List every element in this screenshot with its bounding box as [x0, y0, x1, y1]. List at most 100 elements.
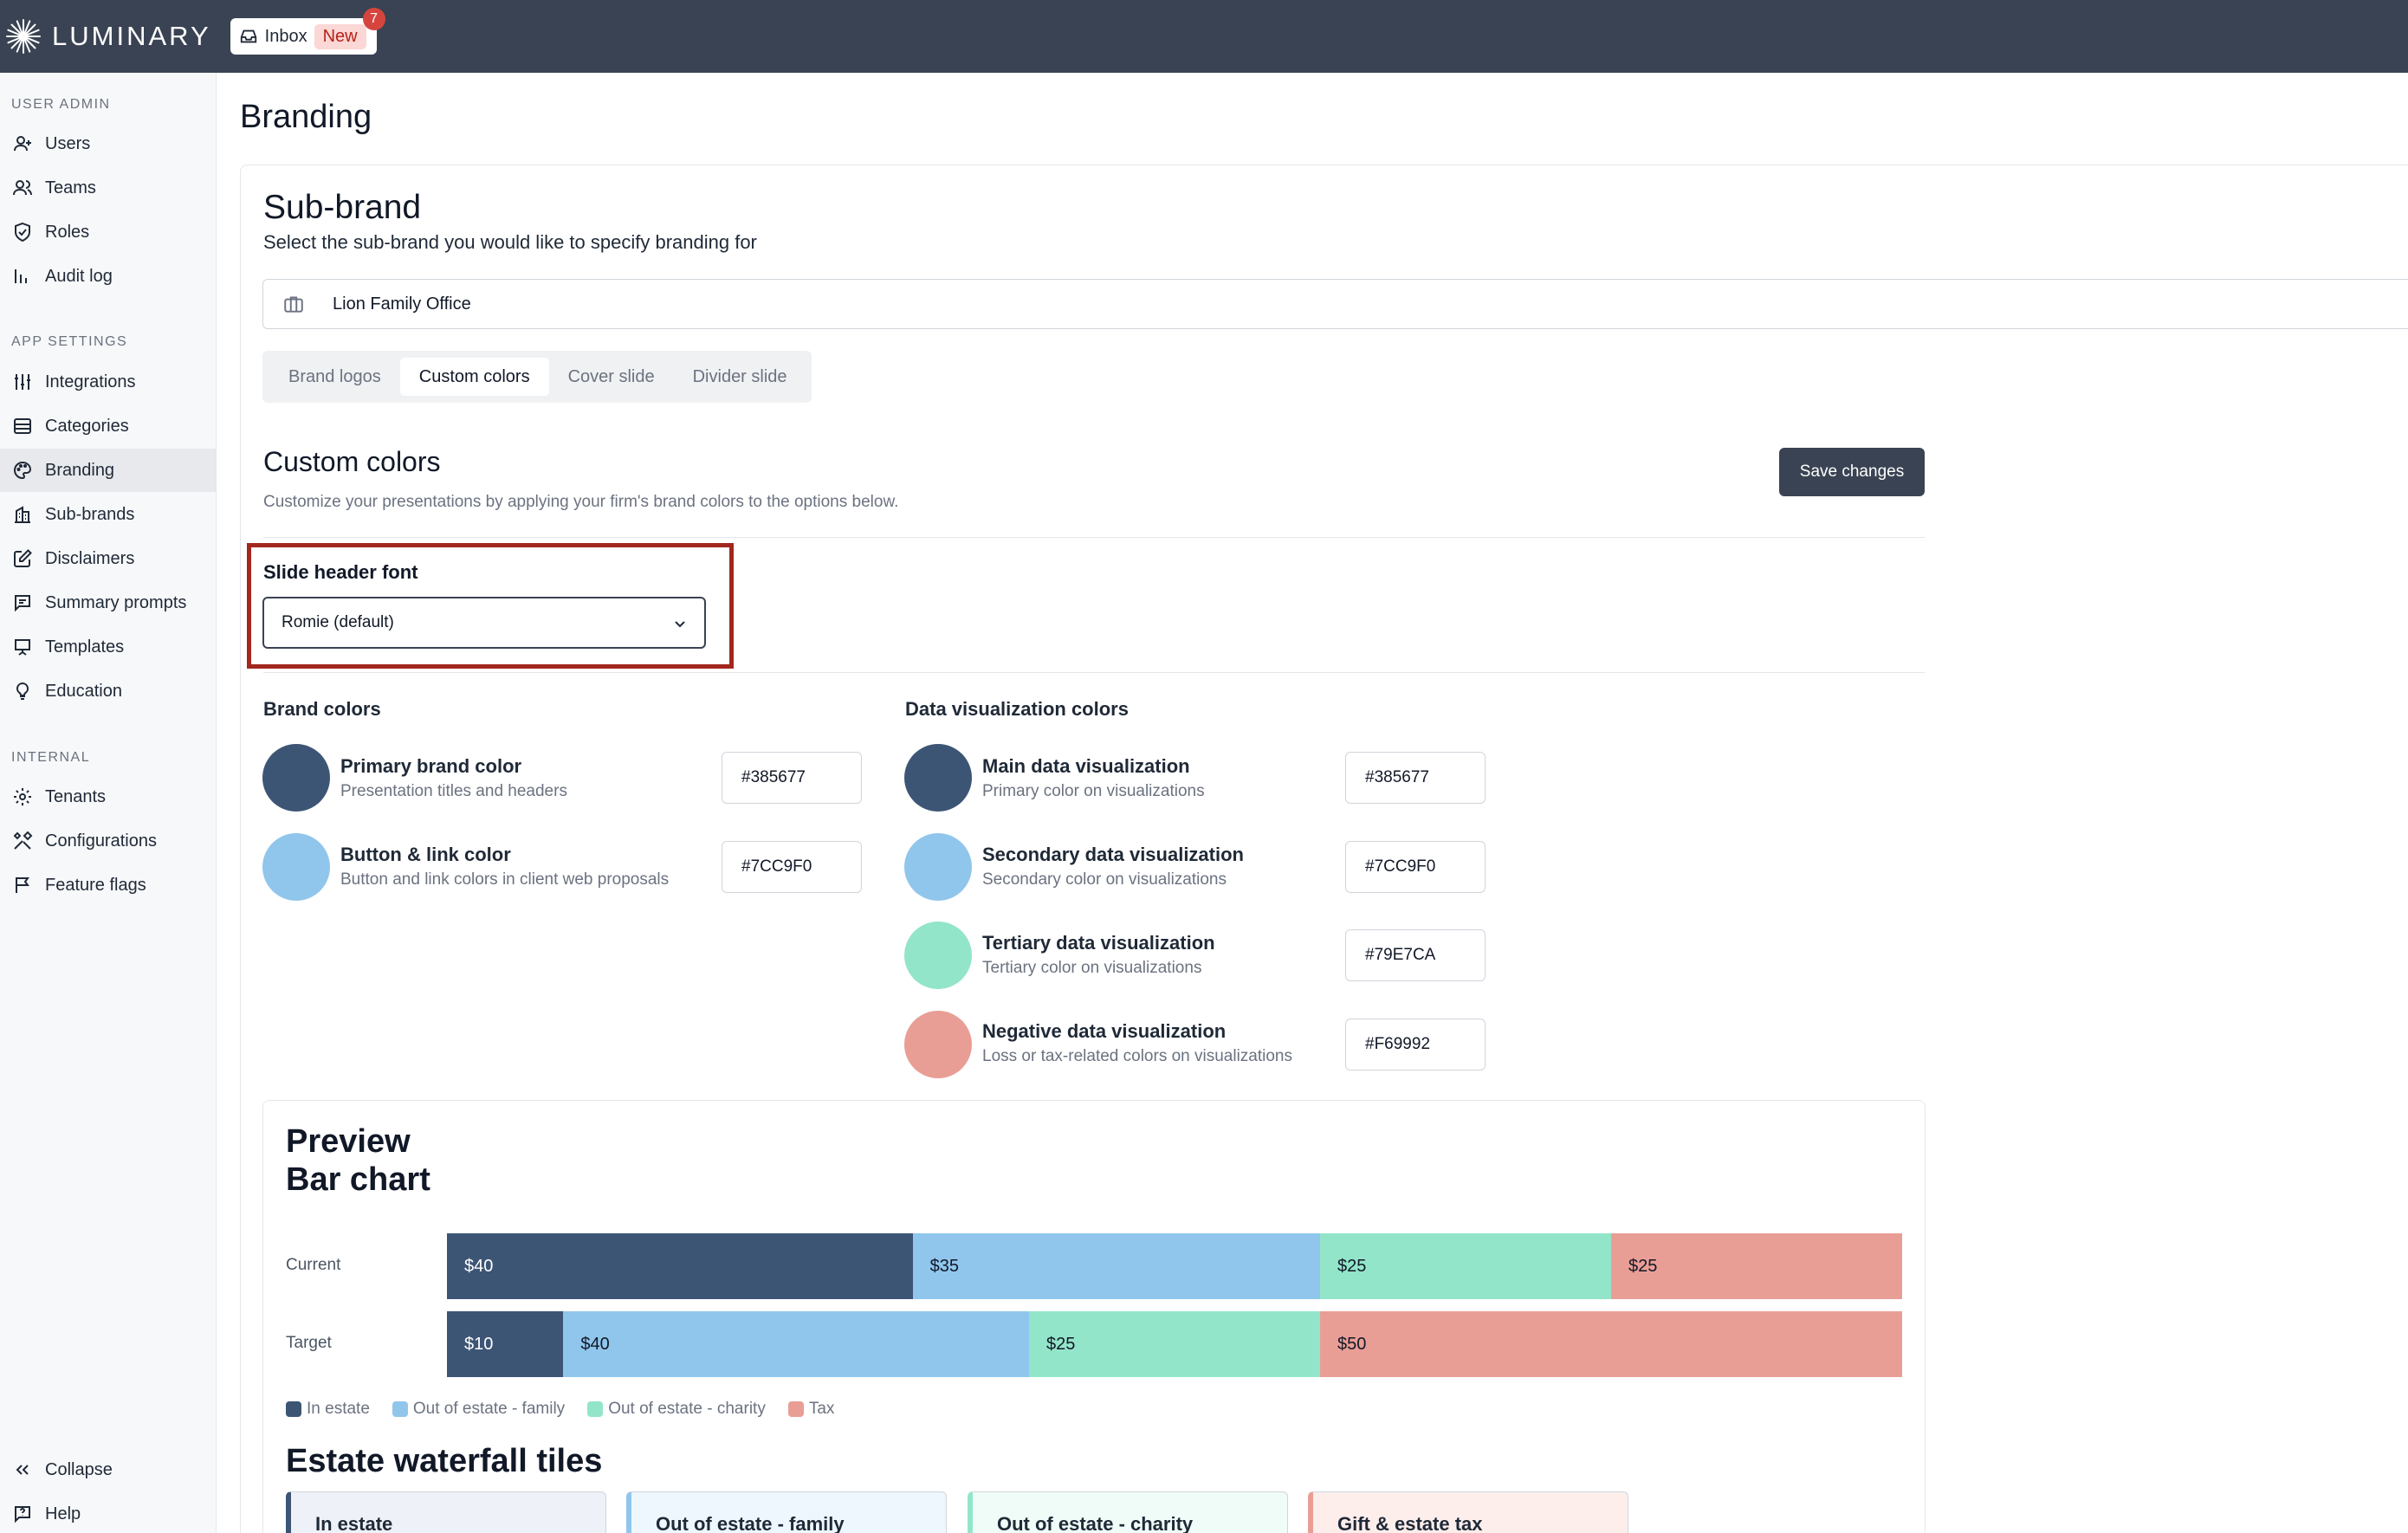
sidebar-item-label: Integrations: [45, 372, 136, 391]
tab-custom-colors[interactable]: Custom colors: [399, 358, 549, 396]
color-description: Tertiary color on visualizations: [982, 959, 1202, 977]
sidebar-item-label: Templates: [45, 637, 125, 657]
inbox-label: Inbox: [264, 26, 307, 46]
color-description: Secondary color on visualizations: [982, 870, 1227, 889]
sidebar-item-roles[interactable]: Roles: [0, 210, 216, 254]
waterfall-title: Estate waterfall tiles: [286, 1443, 603, 1479]
chart-row-label: Target: [286, 1334, 332, 1352]
sidebar-item-label: Users: [45, 133, 91, 153]
sidebar-item-label: Summary prompts: [45, 592, 187, 612]
sidebar-item-label: Configurations: [45, 831, 157, 851]
preview-subtitle-line: Bar chart: [286, 1161, 430, 1198]
sidebar-help[interactable]: Help: [0, 1492, 216, 1533]
help-icon: [15, 1506, 30, 1523]
preview-title-line: Preview: [286, 1123, 411, 1160]
hex-input[interactable]: #F69992: [1345, 1019, 1486, 1071]
color-swatch[interactable]: [262, 833, 330, 901]
dataviz-colors-title: Data visualization colors: [905, 698, 1129, 720]
sidebar-item-label: Sub-brands: [45, 504, 135, 524]
notification-count-badge: 7: [362, 8, 385, 30]
tab-brand-logos[interactable]: Brand logos: [269, 358, 400, 396]
sidebar-item-branding[interactable]: Branding: [0, 449, 216, 492]
color-swatch[interactable]: [262, 744, 330, 812]
legend-swatch: [286, 1401, 301, 1417]
inbox-button[interactable]: Inbox New 7: [230, 8, 385, 55]
bar-segment: $40: [563, 1311, 1029, 1377]
sidebar-item-summary-prompts[interactable]: Summary prompts: [0, 581, 216, 624]
inbox-icon: [240, 29, 256, 43]
color-description: Loss or tax-related colors on visualizat…: [982, 1047, 1293, 1065]
legend-item: Out of estate - family: [392, 1400, 565, 1419]
color-swatch[interactable]: [904, 1011, 972, 1078]
top-bar: LUMINARY Inbox New 7: [0, 0, 2408, 73]
sidebar-item-label: Education: [45, 681, 122, 701]
sidebar-item-configurations[interactable]: Configurations: [0, 819, 216, 863]
legend-label: In estate: [307, 1400, 370, 1418]
briefcase-icon: [284, 296, 303, 313]
color-swatch[interactable]: [904, 833, 972, 901]
bar-segment: $25: [1029, 1311, 1320, 1377]
tab-divider-slide[interactable]: Divider slide: [674, 358, 806, 396]
section-label-user-admin: USER ADMIN: [11, 97, 111, 112]
layers-icon: [14, 418, 31, 434]
sidebar-item-categories[interactable]: Categories: [0, 404, 216, 448]
color-description: Presentation titles and headers: [340, 782, 567, 800]
divider: [263, 537, 1925, 538]
gear-icon: [14, 788, 31, 805]
lightbulb-icon: [16, 682, 29, 700]
sidebar-item-tenants[interactable]: Tenants: [0, 775, 216, 818]
sidebar-item-label: Tenants: [45, 786, 107, 806]
slide-header-font-select[interactable]: Romie (default): [262, 597, 706, 649]
bar-segment: $10: [447, 1311, 564, 1377]
legend-item: Out of estate - charity: [587, 1400, 766, 1419]
sidebar-collapse[interactable]: Collapse: [0, 1448, 216, 1491]
color-name: Secondary data visualization: [982, 844, 1244, 865]
tools-icon: [13, 831, 33, 850]
sliders-icon: [15, 374, 30, 390]
presentation-icon: [15, 639, 30, 656]
hex-input[interactable]: #7CC9F0: [722, 841, 862, 893]
save-changes-button[interactable]: Save changes: [1779, 448, 1925, 496]
sidebar-item-disclaimers[interactable]: Disclaimers: [0, 537, 216, 580]
chart-row-label: Current: [286, 1256, 341, 1274]
page-title: Branding: [240, 99, 372, 135]
legend-swatch: [587, 1401, 604, 1417]
sidebar-item-teams[interactable]: Teams: [0, 166, 216, 210]
sidebar-item-label: Roles: [45, 222, 90, 242]
hex-input[interactable]: #385677: [722, 752, 862, 804]
bar-segment: $35: [912, 1233, 1320, 1299]
sub-brand-select[interactable]: Lion Family Office: [262, 279, 2408, 329]
waterfall-tile: In estate: [286, 1491, 606, 1533]
users-icon: [13, 180, 32, 196]
legend-swatch: [392, 1401, 408, 1417]
color-swatch[interactable]: [904, 922, 972, 989]
hex-input[interactable]: #385677: [1345, 752, 1486, 804]
sidebar-item-label: Help: [45, 1504, 81, 1523]
hex-input[interactable]: #7CC9F0: [1345, 841, 1486, 893]
bar-chart-icon: [15, 269, 27, 283]
legend-label: Tax: [808, 1400, 835, 1418]
tab-cover-slide[interactable]: Cover slide: [549, 358, 674, 396]
hex-input[interactable]: #79E7CA: [1345, 929, 1486, 981]
legend-label: Out of estate - charity: [608, 1400, 766, 1418]
sidebar-item-templates[interactable]: Templates: [0, 625, 216, 669]
sidebar-item-sub-brands[interactable]: Sub-brands: [0, 493, 216, 536]
divider: [263, 672, 1925, 673]
flag-icon: [16, 877, 29, 893]
slide-header-font-label: Slide header font: [263, 561, 418, 583]
sidebar-item-integrations[interactable]: Integrations: [0, 360, 216, 404]
preview-title: Preview Bar chart: [286, 1122, 430, 1199]
sidebar-item-users[interactable]: Users: [0, 122, 216, 165]
waterfall-tile: Gift & estate tax: [1308, 1491, 1628, 1533]
sidebar-item-label: Branding: [45, 460, 115, 480]
sidebar-item-feature-flags[interactable]: Feature flags: [0, 864, 216, 907]
sidebar-item-audit-log[interactable]: Audit log: [0, 255, 216, 298]
color-name: Button & link color: [340, 844, 511, 865]
sidebar-item-education[interactable]: Education: [0, 669, 216, 713]
color-name: Negative data visualization: [982, 1020, 1227, 1042]
starburst-logo-icon: [6, 19, 41, 54]
logo[interactable]: LUMINARY: [5, 18, 211, 55]
font-select-value: Romie (default): [282, 613, 394, 631]
color-swatch[interactable]: [904, 744, 972, 812]
user-plus-icon: [14, 136, 31, 152]
